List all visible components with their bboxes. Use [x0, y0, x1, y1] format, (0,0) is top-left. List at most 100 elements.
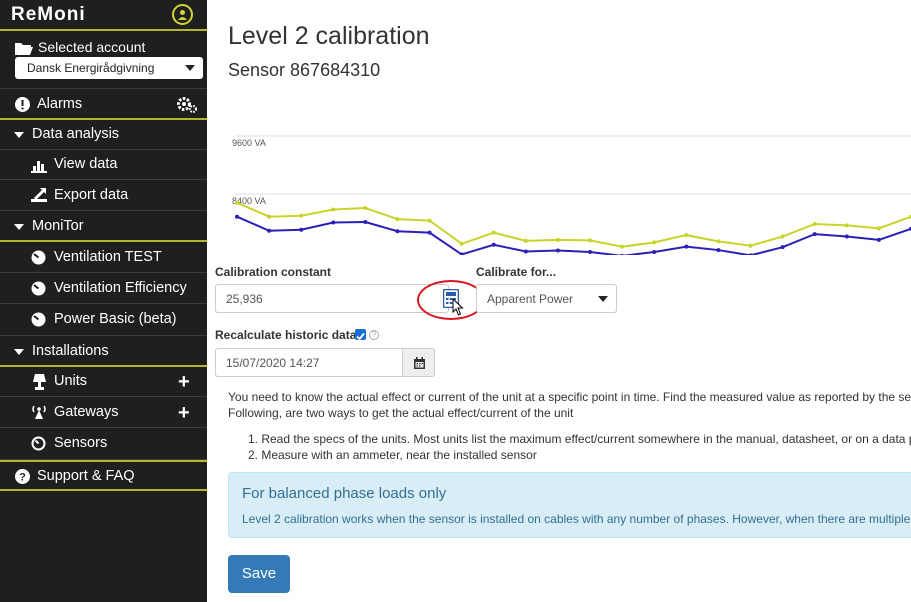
- question-icon: ?: [15, 469, 30, 484]
- data-point: [491, 230, 496, 235]
- sidebar-item-power-basic[interactable]: Power Basic (beta): [0, 304, 207, 336]
- page-title: Level 2 calibration: [228, 22, 430, 50]
- sidebar-item-monitor[interactable]: MoniTor: [0, 211, 207, 242]
- user-icon[interactable]: [172, 4, 193, 25]
- list-item: 1. Read the specs of the units. Most uni…: [248, 432, 911, 446]
- caret-down-icon: [14, 349, 24, 355]
- chevron-down-icon: [598, 296, 608, 302]
- logo-row: ReMoni: [0, 0, 207, 31]
- data-point: [876, 237, 881, 242]
- main-content: Level 2 calibration Sensor 867684310 960…: [207, 0, 911, 602]
- data-point: [620, 253, 624, 255]
- save-button[interactable]: Save: [228, 555, 290, 593]
- sidebar-item-view-data[interactable]: View data: [0, 150, 207, 180]
- account-section: Selected account Dansk Energirådgivning: [0, 31, 207, 89]
- calibrate-for-select[interactable]: Apparent Power: [476, 284, 617, 313]
- data-point: [523, 238, 528, 243]
- account-select-value: Dansk Energirådgivning: [27, 61, 155, 75]
- calibration-constant-input[interactable]: 25,936: [215, 284, 449, 313]
- data-point: [363, 206, 368, 211]
- data-point: [459, 241, 464, 246]
- calibration-constant-value: 25,936: [226, 292, 263, 306]
- series-line-2: [236, 215, 911, 255]
- sidebar: ReMoni Selected account Dansk Energirådg…: [0, 0, 207, 602]
- data-point: [844, 234, 849, 239]
- sidebar-item-ventilation-efficiency[interactable]: Ventilation Efficiency: [0, 273, 207, 304]
- sidebar-item-ventilation-test[interactable]: Ventilation TEST: [0, 242, 207, 273]
- highlight-circle: [417, 280, 485, 320]
- data-point: [555, 237, 560, 242]
- data-point: [427, 218, 432, 223]
- sidebar-item-units[interactable]: Units +: [0, 367, 207, 397]
- data-point: [267, 228, 272, 233]
- date-value: 15/07/2020 14:27: [226, 356, 320, 370]
- sidebar-item-sensors[interactable]: Sensors: [0, 428, 207, 460]
- data-point: [331, 220, 336, 225]
- data-point: [427, 230, 432, 235]
- date-input[interactable]: 15/07/2020 14:27: [215, 348, 403, 377]
- data-point: [395, 229, 400, 234]
- sidebar-item-label: Sensors: [54, 435, 108, 451]
- data-point: [844, 223, 849, 228]
- calendar-button[interactable]: [402, 348, 435, 377]
- add-unit-icon[interactable]: +: [178, 371, 190, 394]
- sidebar-item-label: MoniTor: [32, 218, 84, 234]
- data-point: [780, 234, 785, 239]
- svg-text:?: ?: [19, 472, 26, 484]
- data-point: [876, 226, 881, 231]
- data-point: [491, 242, 496, 247]
- signal-tower-icon: [32, 405, 46, 419]
- sidebar-item-label: Installations: [32, 343, 109, 359]
- sidebar-item-label: Ventilation Efficiency: [54, 280, 187, 296]
- add-gateway-icon[interactable]: +: [178, 402, 190, 425]
- sidebar-item-export-data[interactable]: Export data: [0, 180, 207, 211]
- data-point: [523, 249, 528, 254]
- help-icon[interactable]: ?: [369, 330, 379, 340]
- chevron-down-icon: [185, 65, 195, 71]
- sidebar-item-label: Units: [54, 373, 88, 389]
- sidebar-item-label: View data: [54, 156, 118, 172]
- data-point: [812, 232, 817, 237]
- gauge-icon: [31, 250, 46, 265]
- recalculate-label: Recalculate historic data: [215, 328, 357, 342]
- remoni-logo: ReMoni: [11, 4, 86, 25]
- y-tick-label: 9600 VA: [232, 138, 266, 148]
- sensor-icon: [31, 436, 46, 451]
- calendar-icon: [414, 357, 425, 369]
- data-point: [716, 248, 721, 253]
- alert-text: Level 2 calibration works when the senso…: [242, 512, 911, 526]
- recalculate-checkbox[interactable]: [355, 329, 366, 341]
- sidebar-item-data-analysis[interactable]: Data analysis: [0, 120, 207, 150]
- intro-text: You need to know the actual effect or cu…: [228, 390, 911, 404]
- power-chart: 9600 VA 8400 VA: [232, 135, 911, 255]
- sidebar-item-support-faq[interactable]: ? Support & FAQ: [0, 460, 207, 491]
- data-point: [235, 200, 239, 205]
- data-point: [267, 214, 272, 219]
- sidebar-item-gateways[interactable]: Gateways +: [0, 397, 207, 428]
- sidebar-item-label: Data analysis: [32, 126, 120, 142]
- data-point: [331, 207, 336, 212]
- intro-text: Following, are two ways to get the actua…: [228, 406, 574, 420]
- data-point: [363, 220, 368, 225]
- caret-down-icon: [14, 132, 24, 138]
- data-point: [748, 253, 753, 255]
- calibration-constant-label: Calibration constant: [215, 265, 332, 279]
- export-icon: [31, 188, 47, 202]
- sidebar-item-alarms[interactable]: Alarms: [0, 89, 207, 120]
- sidebar-item-label: Export data: [54, 187, 129, 203]
- data-point: [588, 250, 593, 254]
- sidebar-item-installations[interactable]: Installations: [0, 336, 207, 367]
- data-point: [652, 250, 657, 254]
- bar-chart-icon: [31, 161, 47, 173]
- data-point: [299, 213, 304, 218]
- exclamation-icon: [15, 97, 30, 112]
- data-point: [395, 217, 400, 222]
- sidebar-item-label: Support & FAQ: [37, 468, 135, 484]
- data-point: [684, 244, 689, 249]
- account-select[interactable]: Dansk Energirådgivning: [15, 57, 203, 79]
- folder-open-icon: [15, 43, 33, 55]
- gears-icon[interactable]: [176, 96, 198, 114]
- sidebar-item-label: Ventilation TEST: [54, 249, 162, 265]
- sensor-subtitle: Sensor 867684310: [228, 60, 381, 80]
- alert-title: For balanced phase loads only: [242, 485, 447, 502]
